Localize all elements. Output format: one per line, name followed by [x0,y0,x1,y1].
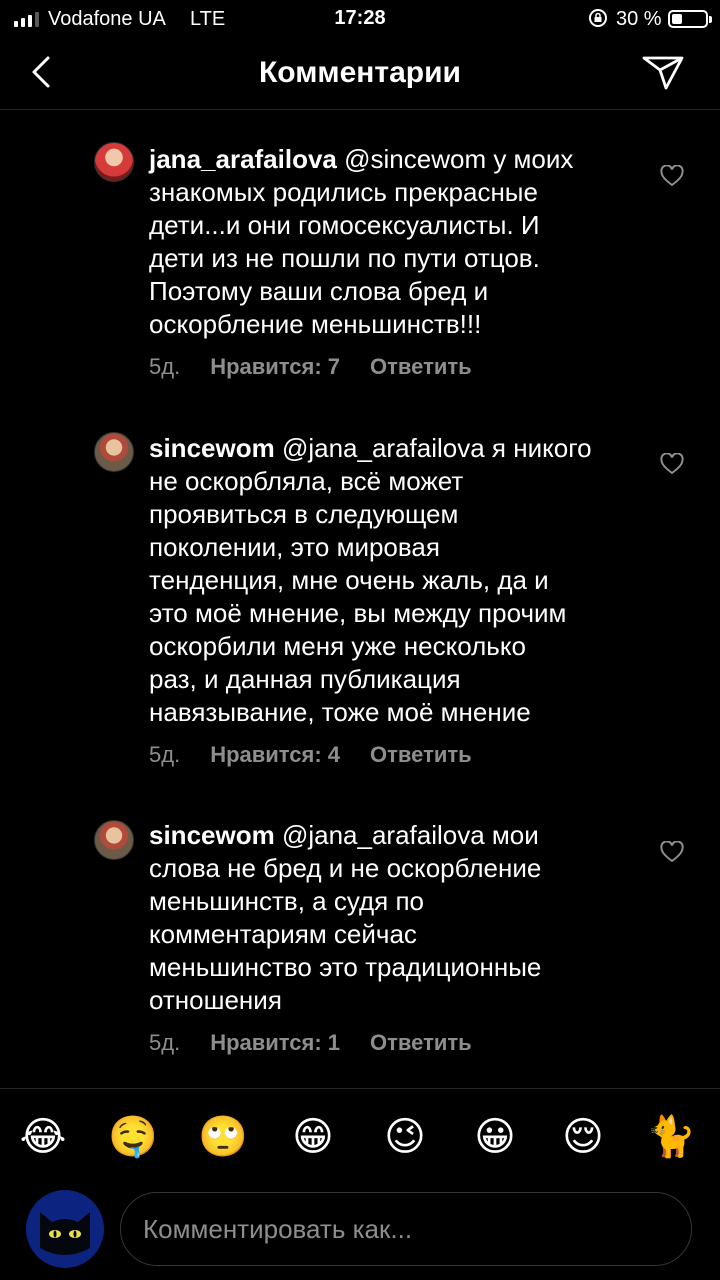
comment-timestamp: 5д. [149,1030,181,1055]
page-title: Комментарии [258,56,462,89]
comment-meta: 5д. Нравится: 4 Ответить [149,742,472,768]
likes-count[interactable]: Нравится: 1 [210,1030,340,1056]
reply-button[interactable]: Ответить [370,742,472,768]
emoji-grin[interactable]: 😁 [288,1112,338,1162]
emoji-tears-of-joy[interactable]: 😂 [18,1112,68,1162]
emoji-relieved[interactable]: 😌 [558,1112,608,1162]
avatar[interactable] [94,432,134,472]
emoji-eye-roll[interactable]: 🙄 [198,1112,248,1162]
reply-button[interactable]: Ответить [370,1030,472,1056]
rotation-lock-icon [589,9,607,27]
reply-button[interactable]: Ответить [370,354,472,380]
status-bar: Vodafone UA LTE 17:28 30 % [0,0,720,38]
comment-timestamp: 5д. [149,742,181,767]
battery-icon [668,10,712,28]
comment-text: jana_arafailova @sincewom у моих знакомы… [149,143,639,341]
emoji-cat[interactable]: 🐈 [646,1112,696,1162]
battery-fill [672,14,682,24]
divider [0,1088,720,1089]
avatar [26,1190,104,1268]
avatar[interactable] [94,820,134,860]
top-nav: Комментарии [0,38,720,110]
comment-meta: 5д. Нравится: 7 Ответить [149,354,472,380]
emoji-wink[interactable]: 😉 [380,1112,430,1162]
heart-icon[interactable] [660,453,684,475]
heart-icon[interactable] [660,841,684,863]
comment-text: sincewom @jana_arafailova мои слова не б… [149,819,639,1017]
comment-meta: 5д. Нравится: 1 Ответить [149,1030,472,1056]
comment-text: sincewom @jana_arafailova я никого не ос… [149,432,639,729]
likes-count[interactable]: Нравится: 4 [210,742,340,768]
likes-count[interactable]: Нравится: 7 [210,354,340,380]
comment-username[interactable]: sincewom [149,820,275,850]
comment-username[interactable]: jana_arafailova [149,144,337,174]
cat-avatar-icon [26,1190,104,1268]
clock: 17:28 [334,7,386,29]
heart-icon[interactable] [660,165,684,187]
avatar[interactable] [94,142,134,182]
comment-timestamp: 5д. [149,354,181,379]
emoji-quick-bar: 😂 🤤 🙄 😁 😉 😀 😌 🐈 [0,1112,720,1162]
emoji-grinning[interactable]: 😀 [470,1112,520,1162]
paper-plane-icon[interactable] [640,52,686,92]
emoji-drooling[interactable]: 🤤 [108,1112,158,1162]
battery-percent: 30 % [616,8,662,30]
comment-body: @jana_arafailova я никого не оскорбляла,… [149,433,592,727]
comment-username[interactable]: sincewom [149,433,275,463]
comment-input[interactable]: Комментировать как... [120,1192,692,1266]
